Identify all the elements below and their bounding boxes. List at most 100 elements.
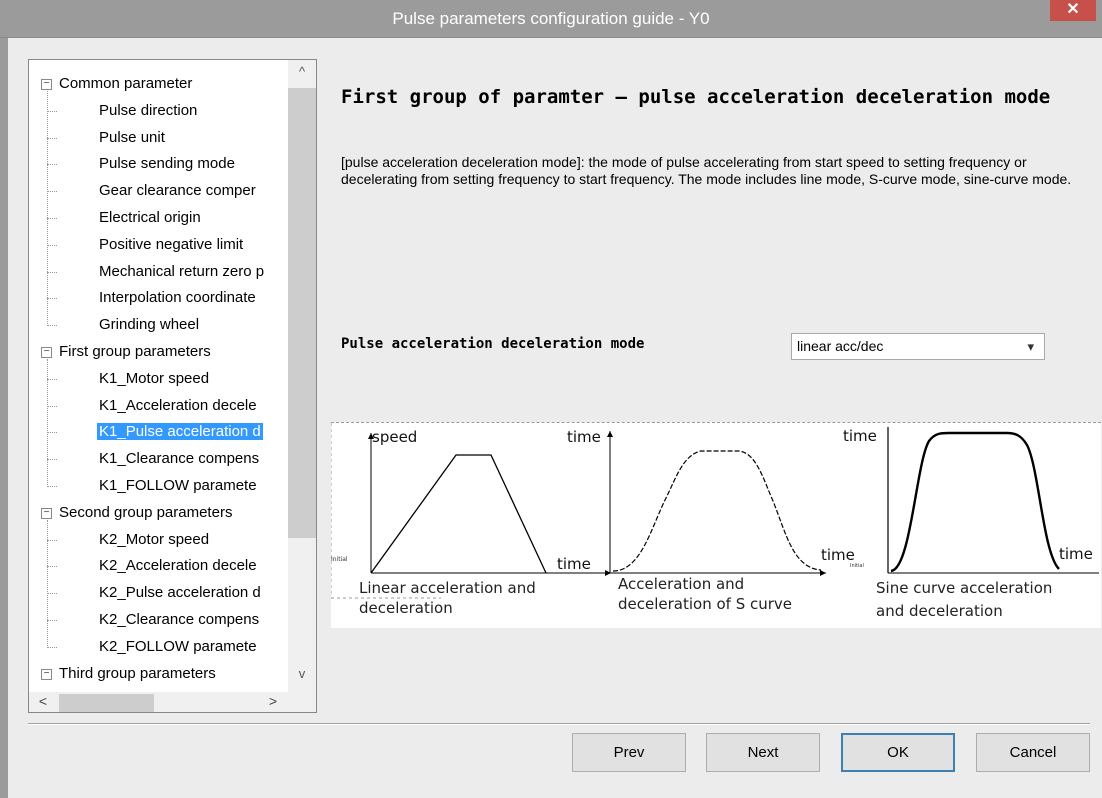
cancel-button[interactable]: Cancel [976, 733, 1090, 772]
scroll-right-icon[interactable]: > [261, 693, 285, 712]
mode-select[interactable]: linear acc/dec ▾ [791, 333, 1045, 360]
collapse-icon[interactable]: − [41, 347, 52, 358]
tree-connector [47, 191, 57, 193]
scurve-y-arrow [607, 431, 613, 437]
sine-caption-line1: Sine curve acceleration [876, 579, 1053, 597]
footer-separator [28, 723, 1090, 725]
close-button[interactable]: ✕ [1050, 0, 1096, 21]
next-button[interactable]: Next [706, 733, 820, 772]
tree-item[interactable]: K1_Motor speed [97, 368, 211, 390]
scroll-down-icon[interactable]: v [288, 666, 316, 686]
tree-item-label: K2_Pulse acceleration d [99, 584, 261, 602]
tree-connector [47, 137, 57, 139]
tree-connector [47, 593, 57, 595]
page-title: First group of paramter – pulse accelera… [341, 86, 1051, 108]
tree-item-label: Gear clearance comper [99, 182, 256, 200]
tree-connector [47, 359, 48, 487]
tree-connector [47, 164, 57, 166]
tree-item[interactable]: Pulse sending mode [97, 153, 237, 175]
tree-item-label: Grinding wheel [99, 316, 200, 334]
acc-dec-curve-illustration: Initial Initial speed time Linear accele… [330, 422, 1101, 628]
tree-connector [47, 620, 57, 621]
tree-item-label: K2_Clearance compens [99, 611, 260, 628]
tree-group-label: Third group parameters [59, 664, 216, 682]
tree-item[interactable]: K2_Acceleration decele [97, 555, 259, 577]
horizontal-scrollbar[interactable]: < > [29, 692, 316, 712]
description-text: [pulse acceleration deceleration mode]: … [341, 154, 1072, 187]
tree-item-label: Interpolation coordinate [99, 289, 256, 307]
tree-item-label: Electrical origin [99, 209, 201, 226]
tree-item[interactable]: K1_Acceleration decele [97, 395, 259, 417]
tree-item[interactable]: K1_Clearance compens [97, 448, 261, 470]
tree-item[interactable]: K2_Clearance compens [97, 609, 261, 631]
chevron-down-icon: ▾ [1027, 339, 1034, 354]
tree-item[interactable]: K2_FOLLOW paramete [97, 636, 259, 658]
linear-caption-line1: Linear acceleration and [359, 579, 536, 597]
tree-group[interactable]: − First group parameters [41, 341, 213, 363]
collapse-icon[interactable]: − [41, 507, 52, 519]
tree-connector [47, 405, 57, 407]
tree-item[interactable]: K1_Pulse acceleration d [96, 421, 264, 443]
linear-caption-line2: deceleration [359, 599, 453, 617]
scurve-caption-line2: deceleration of S curve [618, 595, 793, 613]
tree-group[interactable]: − Common parameter [41, 73, 194, 95]
tree-connector [47, 432, 57, 434]
tree-connector [47, 566, 57, 568]
tree-connector [47, 218, 57, 219]
mode-select-value: linear acc/dec [797, 338, 884, 354]
tree-item[interactable]: Pulse direction [97, 100, 199, 122]
window-title: Pulse parameters configuration guide - Y… [392, 9, 710, 28]
tree-item[interactable]: Interpolation coordinate [97, 287, 258, 309]
vertical-scroll-thumb[interactable] [288, 88, 316, 538]
linear-x-label: time [557, 555, 591, 573]
tree-item-label: Pulse sending mode [99, 155, 235, 173]
tree-item-label: Pulse unit [99, 128, 165, 146]
tree-connector [47, 110, 57, 112]
tree-group[interactable]: − Second group parameters [41, 502, 234, 524]
tree-connector [47, 298, 57, 300]
vertical-scrollbar[interactable]: ^ v [288, 60, 316, 692]
linear-curve [370, 454, 547, 574]
mode-label: Pulse acceleration deceleration mode [341, 336, 645, 352]
tree-item[interactable]: K1_FOLLOW paramete [97, 475, 259, 497]
horizontal-scroll-thumb[interactable] [59, 694, 154, 712]
scurve-x-arrow [820, 570, 826, 576]
tree-group-label: Second group parameters [59, 503, 233, 521]
tree-item[interactable]: Pulse unit [97, 127, 167, 149]
sine-caption-line2: and deceleration [876, 602, 1003, 620]
collapse-icon[interactable]: − [41, 79, 52, 90]
scurve-x-label: time [821, 546, 855, 564]
scurve-caption-line1: Acceleration and [618, 575, 745, 593]
tree-item[interactable]: K2_Motor speed [97, 529, 211, 551]
tree-connector [47, 325, 57, 327]
tree-item-label: K1_Pulse acceleration d [96, 422, 264, 442]
linear-y-label: speed [372, 428, 418, 446]
tree-connector [47, 91, 48, 327]
tree-item-label: Positive negative limit [99, 235, 244, 253]
scroll-left-icon[interactable]: < [31, 693, 55, 712]
prev-button[interactable]: Prev [572, 733, 686, 772]
sine-x-label: time [1059, 545, 1093, 563]
ok-button[interactable]: OK [841, 733, 955, 772]
tree-connector [47, 646, 57, 648]
tree-item[interactable]: Mechanical return zero p [97, 261, 266, 283]
tree-item[interactable]: Positive negative limit [97, 234, 245, 256]
tree-item[interactable]: Gear clearance comper [97, 180, 258, 202]
tree-group-label: Common parameter [59, 75, 193, 92]
tree-item[interactable]: K2_Pulse acceleration d [97, 582, 263, 604]
tree-item[interactable]: Grinding wheel [97, 314, 201, 336]
tree-group[interactable]: − Third group parameters [41, 663, 218, 685]
tree-item-label: K1_Acceleration decele [99, 396, 257, 414]
scroll-up-icon[interactable]: ^ [288, 64, 316, 84]
tree-item-label: K1_Motor speed [99, 369, 210, 387]
tree-connector [47, 459, 57, 461]
linear-tiny-label: Initial [331, 556, 348, 563]
parameter-tree[interactable]: − Common parameter Pulse direction Pulse un… [28, 59, 317, 713]
close-icon: ✕ [1066, 1, 1080, 18]
sine-y-label: time [843, 427, 877, 445]
scurve-curve [612, 450, 822, 572]
tree-item[interactable]: Electrical origin [97, 207, 203, 229]
tree-item-label: K2_FOLLOW paramete [99, 637, 257, 655]
collapse-icon[interactable]: − [41, 668, 52, 680]
tree-connector [47, 378, 57, 380]
